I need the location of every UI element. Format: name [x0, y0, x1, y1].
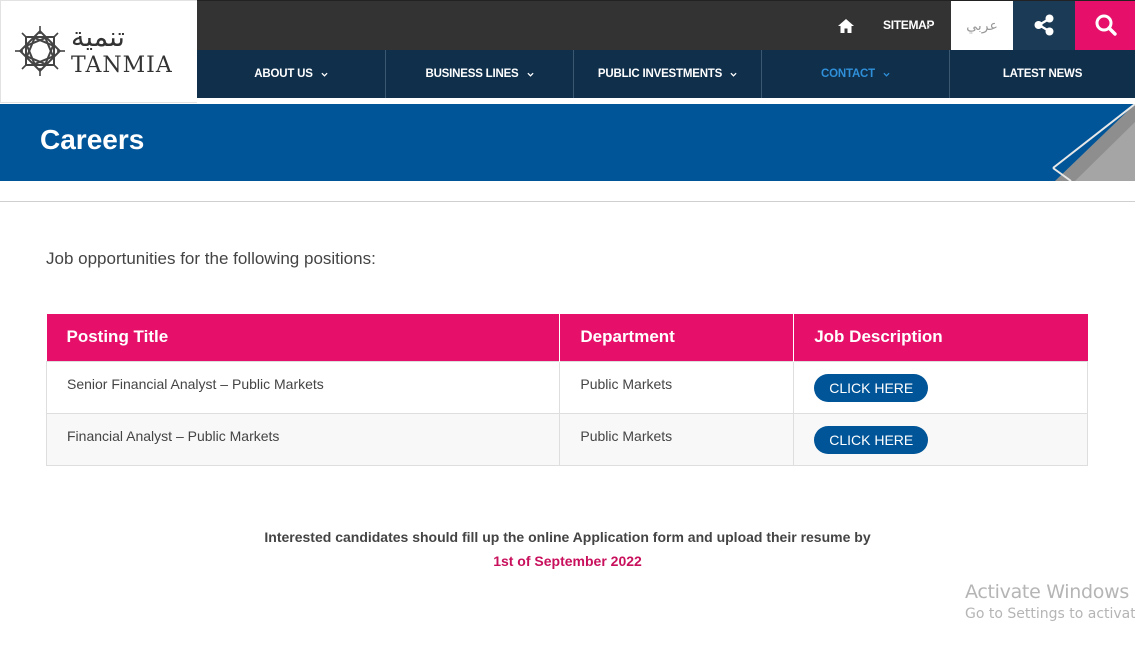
table-row: Financial Analyst – Public Markets Publi… — [45, 412, 1088, 466]
site-logo[interactable]: تنمية TANMIA — [0, 0, 197, 103]
department-cell: Public Markets — [559, 360, 795, 414]
job-description-button[interactable]: CLICK HERE — [814, 425, 929, 454]
application-instructions: Interested candidates should fill up the… — [264, 529, 871, 545]
column-header-job-description: Job Description — [793, 314, 1088, 361]
intro-text: Job opportunities for the following posi… — [46, 249, 376, 268]
column-header-posting-title: Posting Title — [46, 314, 561, 361]
job-description-cell: CLICK HERE — [793, 360, 1088, 414]
department-cell: Public Markets — [559, 412, 795, 466]
job-description-button[interactable]: CLICK HERE — [814, 373, 929, 402]
nav-item-business-lines[interactable]: BUSINESS LINES — [386, 50, 574, 98]
windows-activation-subtitle: Go to Settings to activate — [965, 606, 1135, 622]
main-navigation: ABOUT US BUSINESS LINES PUBLIC INVESTMEN… — [197, 50, 1135, 98]
nav-item-latest-news[interactable]: LATEST NEWS — [950, 50, 1135, 98]
posting-title-cell: Financial Analyst – Public Markets — [45, 412, 561, 466]
chevron-down-icon — [526, 72, 534, 77]
windows-activation-title: Activate Windows — [965, 581, 1129, 603]
share-icon — [1034, 14, 1054, 36]
nav-item-public-investments[interactable]: PUBLIC INVESTMENTS — [574, 50, 762, 98]
job-description-cell: CLICK HERE — [793, 412, 1088, 466]
chevron-right-icon: › — [927, 19, 931, 33]
home-icon[interactable] — [837, 17, 855, 35]
job-openings-table: Posting Title Department Job Description… — [45, 314, 1088, 466]
logo-arabic-text: تنمية — [71, 22, 125, 53]
search-icon — [1095, 14, 1117, 36]
nav-item-about-us[interactable]: ABOUT US — [197, 50, 386, 98]
chevron-down-icon — [730, 72, 737, 77]
application-deadline: 1st of September 2022 — [493, 553, 642, 569]
chevron-down-icon — [321, 72, 328, 77]
column-header-department: Department — [559, 314, 795, 361]
table-header-row: Posting Title Department Job Description — [46, 314, 1088, 361]
tanmia-star-logo-icon — [15, 26, 65, 76]
logo-english-text: TANMIA — [71, 53, 173, 78]
page-banner: Careers — [0, 104, 1135, 181]
posting-title-cell: Senior Financial Analyst – Public Market… — [45, 360, 561, 414]
banner-decoration — [1052, 104, 1135, 181]
table-row: Senior Financial Analyst – Public Market… — [45, 360, 1088, 414]
search-button[interactable] — [1075, 1, 1135, 51]
share-button[interactable] — [1013, 1, 1075, 51]
language-toggle-button[interactable]: عربي — [951, 1, 1013, 51]
page-title: Careers — [40, 124, 145, 155]
content-divider — [0, 201, 1135, 202]
nav-item-contact[interactable]: CONTACT — [762, 50, 950, 98]
chevron-down-icon — [883, 72, 890, 77]
top-utility-bar: SITEMAP › عربي — [197, 0, 1135, 51]
